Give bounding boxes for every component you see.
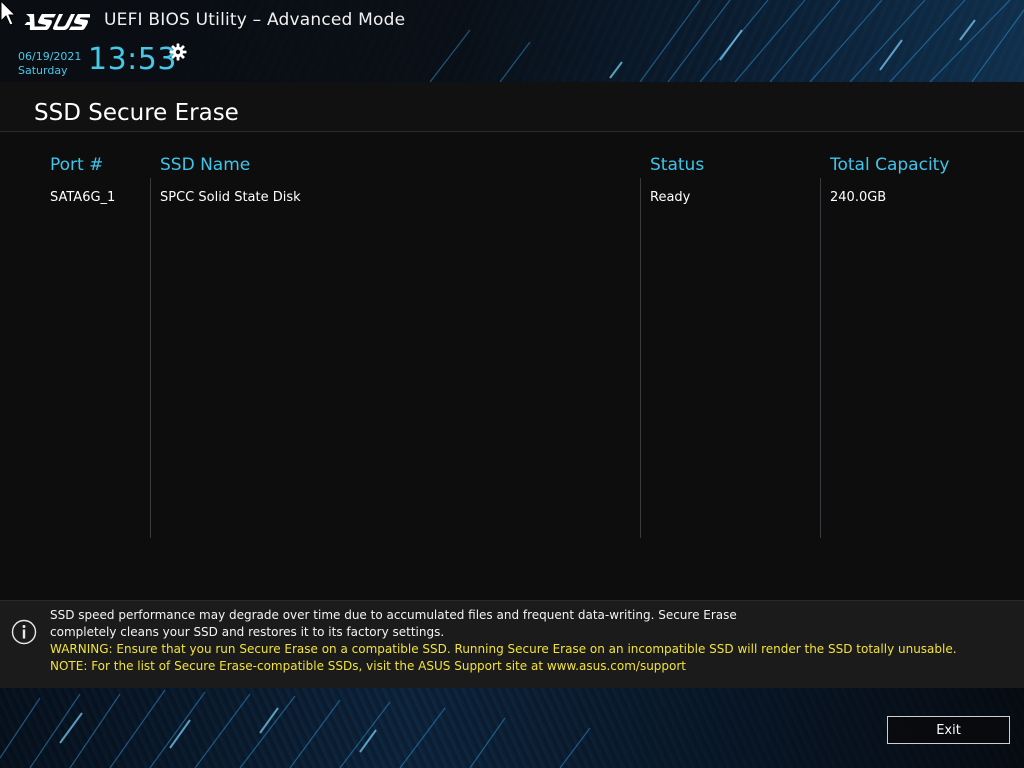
ssd-table: Port # SSD Name Status Total Capacity SA… xyxy=(0,132,1024,600)
page-title: SSD Secure Erase xyxy=(34,100,239,126)
cell-port[interactable]: SATA6G_1 xyxy=(50,190,115,205)
column-divider xyxy=(150,178,151,538)
gear-icon[interactable] xyxy=(168,42,188,62)
asus-logo xyxy=(24,14,90,30)
bios-screen: UEFI BIOS Utility – Advanced Mode 06/19/… xyxy=(0,0,1024,768)
mouse-cursor-icon xyxy=(0,0,16,26)
day-text: Saturday xyxy=(18,64,68,77)
cell-ssd-name[interactable]: SPCC Solid State Disk xyxy=(160,190,301,205)
column-header-ssd-name: SSD Name xyxy=(160,155,251,175)
column-divider xyxy=(640,178,641,538)
cell-total-capacity[interactable]: 240.0GB xyxy=(830,190,886,205)
help-info-bar: SSD speed performance may degrade over t… xyxy=(0,600,1024,688)
footer-circuit-background xyxy=(0,689,591,768)
footer-bar: Exit xyxy=(0,688,1024,768)
date-display: 06/19/2021 Saturday xyxy=(18,50,81,78)
note-text: NOTE: For the list of Secure Erase-compa… xyxy=(50,659,687,673)
column-header-port: Port # xyxy=(50,155,104,175)
info-icon xyxy=(11,619,37,645)
column-header-total-capacity: Total Capacity xyxy=(830,155,950,175)
date-text: 06/19/2021 xyxy=(18,50,82,63)
info-description-line-1: SSD speed performance may degrade over t… xyxy=(50,608,737,622)
page-title-bar: SSD Secure Erase xyxy=(0,82,1024,132)
exit-button[interactable]: Exit xyxy=(887,716,1010,744)
warning-text: WARNING: Ensure that you run Secure Eras… xyxy=(50,642,957,656)
clock-time: 13:53 xyxy=(88,42,177,77)
column-divider xyxy=(820,178,821,538)
window-title: UEFI BIOS Utility – Advanced Mode xyxy=(104,10,406,30)
header-bar: UEFI BIOS Utility – Advanced Mode 06/19/… xyxy=(0,0,1024,82)
info-description-line-2: completely cleans your SSD and restores … xyxy=(50,625,445,639)
column-header-status: Status xyxy=(650,155,705,175)
cell-status[interactable]: Ready xyxy=(650,190,690,205)
